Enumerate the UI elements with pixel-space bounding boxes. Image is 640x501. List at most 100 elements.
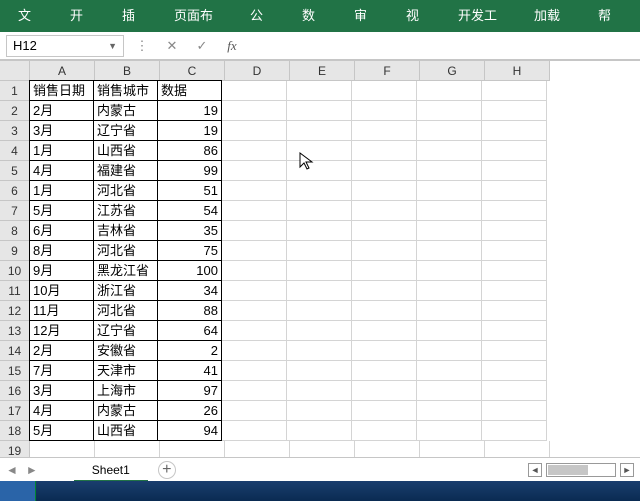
cell[interactable]: 山西省 xyxy=(93,420,158,441)
cell[interactable] xyxy=(222,221,287,241)
cell[interactable] xyxy=(222,141,287,161)
column-header[interactable]: H xyxy=(485,61,550,81)
cell[interactable] xyxy=(482,201,547,221)
column-headers[interactable]: ABCDEFGH xyxy=(30,61,550,81)
cell[interactable] xyxy=(417,421,482,441)
cell[interactable]: 数据 xyxy=(157,80,222,101)
cell[interactable] xyxy=(482,181,547,201)
cell[interactable] xyxy=(352,321,417,341)
cell[interactable] xyxy=(482,161,547,181)
cell[interactable] xyxy=(287,301,352,321)
cell[interactable]: 64 xyxy=(157,320,222,341)
cell[interactable] xyxy=(287,401,352,421)
cell[interactable]: 100 xyxy=(157,260,222,281)
ribbon-tab[interactable]: 视图 xyxy=(392,0,444,32)
cell[interactable] xyxy=(417,101,482,121)
cell[interactable] xyxy=(417,381,482,401)
cell[interactable] xyxy=(482,301,547,321)
cell[interactable]: 河北省 xyxy=(93,300,158,321)
cell[interactable] xyxy=(482,221,547,241)
cell[interactable]: 江苏省 xyxy=(93,200,158,221)
cell[interactable] xyxy=(482,401,547,421)
row-header[interactable]: 17 xyxy=(0,401,30,421)
row-header[interactable]: 5 xyxy=(0,161,30,181)
row-header[interactable]: 16 xyxy=(0,381,30,401)
cell[interactable] xyxy=(417,321,482,341)
row-header[interactable]: 9 xyxy=(0,241,30,261)
row-header[interactable]: 2 xyxy=(0,101,30,121)
cell[interactable] xyxy=(287,81,352,101)
cell[interactable] xyxy=(287,161,352,181)
cell[interactable] xyxy=(287,141,352,161)
cell[interactable] xyxy=(352,381,417,401)
cell[interactable] xyxy=(222,261,287,281)
cell[interactable] xyxy=(352,401,417,421)
horizontal-scrollbar[interactable]: ◄ ► xyxy=(528,463,640,477)
cell[interactable] xyxy=(352,141,417,161)
cell[interactable]: 安徽省 xyxy=(93,340,158,361)
cell[interactable] xyxy=(287,321,352,341)
cell[interactable] xyxy=(222,181,287,201)
ribbon-tab[interactable]: 数据 xyxy=(288,0,340,32)
scroll-left-icon[interactable]: ◄ xyxy=(528,463,542,477)
cell[interactable] xyxy=(417,341,482,361)
cell[interactable] xyxy=(417,181,482,201)
cell[interactable] xyxy=(352,341,417,361)
add-sheet-button[interactable]: + xyxy=(158,461,176,479)
cell[interactable]: 1月 xyxy=(29,180,94,201)
cell[interactable] xyxy=(352,361,417,381)
sheet-nav[interactable]: ◄► xyxy=(0,463,44,477)
start-button[interactable] xyxy=(0,481,36,501)
column-header[interactable]: C xyxy=(160,61,225,81)
confirm-icon[interactable]: ✓ xyxy=(190,35,214,57)
cell[interactable]: 辽宁省 xyxy=(93,120,158,141)
cell[interactable] xyxy=(352,161,417,181)
cell[interactable]: 浙江省 xyxy=(93,280,158,301)
ribbon-tab[interactable]: 帮助 xyxy=(584,0,636,32)
cell[interactable] xyxy=(417,201,482,221)
row-header[interactable]: 15 xyxy=(0,361,30,381)
cell[interactable] xyxy=(352,301,417,321)
cell[interactable]: 86 xyxy=(157,140,222,161)
cell[interactable]: 内蒙古 xyxy=(93,100,158,121)
row-header[interactable]: 8 xyxy=(0,221,30,241)
cell[interactable] xyxy=(287,221,352,241)
cell[interactable]: 99 xyxy=(157,160,222,181)
spreadsheet-grid[interactable]: ABCDEFGH 12345678910111213141516171819 销… xyxy=(0,60,640,460)
column-header[interactable]: D xyxy=(225,61,290,81)
row-header[interactable]: 6 xyxy=(0,181,30,201)
fx-icon[interactable]: fx xyxy=(220,35,244,57)
cell[interactable]: 福建省 xyxy=(93,160,158,181)
cell[interactable]: 4月 xyxy=(29,400,94,421)
cell[interactable] xyxy=(482,261,547,281)
cell[interactable]: 吉林省 xyxy=(93,220,158,241)
cell[interactable]: 5月 xyxy=(29,200,94,221)
cell[interactable]: 2月 xyxy=(29,100,94,121)
cell[interactable] xyxy=(417,301,482,321)
row-header[interactable]: 1 xyxy=(0,81,30,101)
cell[interactable]: 内蒙古 xyxy=(93,400,158,421)
ribbon-tab[interactable]: 插入 xyxy=(108,0,160,32)
cell[interactable]: 97 xyxy=(157,380,222,401)
scroll-track[interactable] xyxy=(546,463,616,477)
ribbon-tab[interactable]: 文件 xyxy=(4,0,56,32)
ribbon-tab[interactable]: 开始 xyxy=(56,0,108,32)
cells-area[interactable]: 销售日期销售城市数据2月内蒙古193月辽宁省191月山西省864月福建省991月… xyxy=(30,81,550,460)
cell[interactable]: 2 xyxy=(157,340,222,361)
cell[interactable]: 54 xyxy=(157,200,222,221)
cell[interactable] xyxy=(222,321,287,341)
cell[interactable] xyxy=(352,181,417,201)
cell[interactable] xyxy=(287,281,352,301)
cell[interactable] xyxy=(482,421,547,441)
ribbon-tab[interactable]: 加载项 xyxy=(520,0,584,32)
cell[interactable] xyxy=(222,341,287,361)
cell[interactable] xyxy=(287,341,352,361)
cell[interactable]: 销售日期 xyxy=(29,80,94,101)
cell[interactable] xyxy=(287,361,352,381)
cell[interactable]: 河北省 xyxy=(93,180,158,201)
column-header[interactable]: A xyxy=(30,61,95,81)
cell[interactable]: 26 xyxy=(157,400,222,421)
cell[interactable] xyxy=(287,381,352,401)
cell[interactable] xyxy=(222,421,287,441)
cell[interactable] xyxy=(482,241,547,261)
